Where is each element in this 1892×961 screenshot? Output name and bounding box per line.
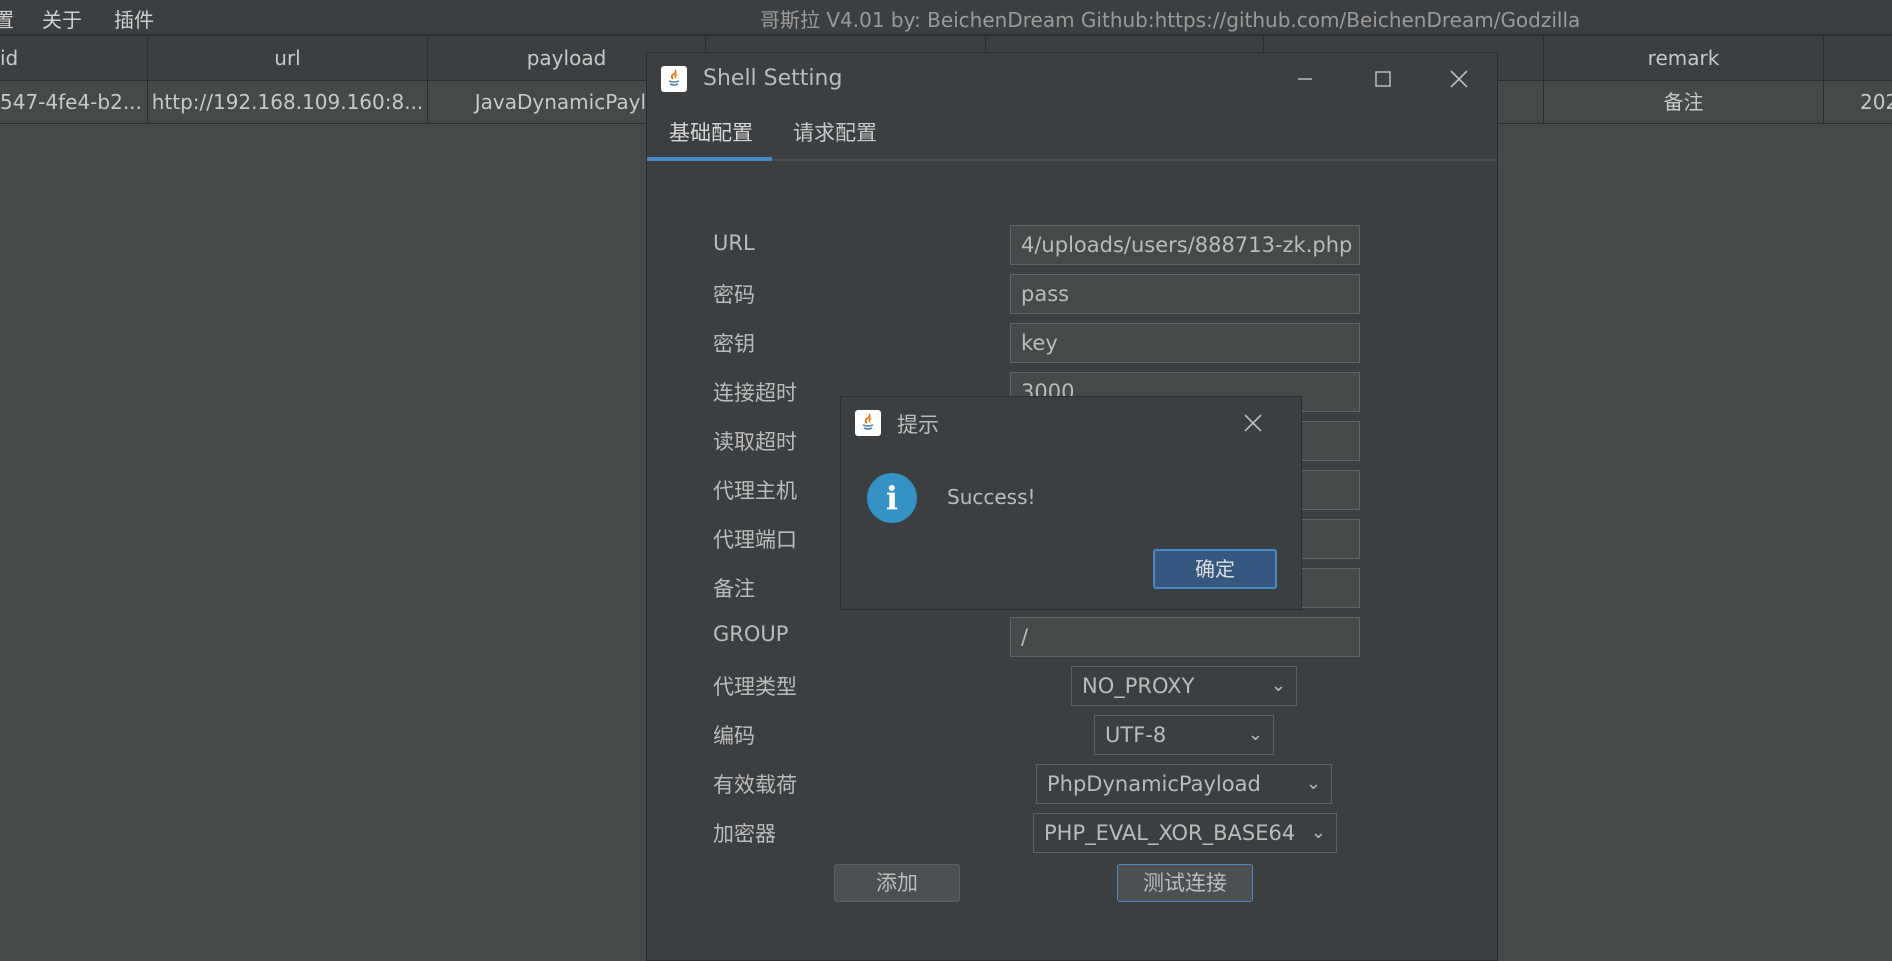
app-title: 哥斯拉 V4.01 by: BeichenDream Github:https:… xyxy=(760,8,1581,32)
ok-button[interactable]: 确定 xyxy=(1153,549,1277,589)
column-header-url[interactable]: url xyxy=(148,36,428,80)
label-proxy-host: 代理主机 xyxy=(713,479,797,503)
label-password: 密码 xyxy=(713,283,755,307)
cell-id: 547-4fe4-b2... xyxy=(0,81,148,123)
column-header-date[interactable] xyxy=(1824,36,1892,80)
java-icon xyxy=(855,410,881,436)
password-input[interactable]: pass xyxy=(1010,274,1360,314)
maximize-icon xyxy=(1375,71,1391,87)
label-crypto: 加密器 xyxy=(713,822,776,846)
test-connection-button[interactable]: 测试连接 xyxy=(1117,864,1253,902)
column-header-remark[interactable]: remark xyxy=(1544,36,1824,80)
menu-bar: 置 关于 插件 哥斯拉 V4.01 by: BeichenDream Githu… xyxy=(0,0,1892,36)
label-proxy-type: 代理类型 xyxy=(713,675,797,699)
chevron-down-icon: ⌄ xyxy=(1270,675,1286,696)
maximize-button[interactable] xyxy=(1345,53,1421,105)
payload-value: PhpDynamicPayload xyxy=(1047,772,1261,796)
column-header-id[interactable]: id xyxy=(0,36,148,80)
label-key: 密钥 xyxy=(713,332,755,356)
label-group: GROUP xyxy=(713,622,789,646)
label-remark: 备注 xyxy=(713,577,755,601)
tab-active-indicator xyxy=(647,157,772,161)
group-input[interactable]: / xyxy=(1010,617,1360,657)
encoding-value: UTF-8 xyxy=(1105,723,1167,747)
alert-message: Success! xyxy=(947,485,1036,509)
crypto-select[interactable]: PHP_EVAL_XOR_BASE64 ⌄ xyxy=(1033,813,1337,853)
close-button[interactable] xyxy=(1421,53,1497,105)
label-connect-timeout: 连接超时 xyxy=(713,381,797,405)
cell-remark: 备注 xyxy=(1544,81,1824,123)
menu-about[interactable]: 关于 xyxy=(42,4,82,33)
proxy-type-select[interactable]: NO_PROXY ⌄ xyxy=(1071,666,1297,706)
url-input[interactable]: 4/uploads/users/888713-zk.php xyxy=(1010,225,1360,265)
label-url: URL xyxy=(713,231,755,255)
alert-close-button[interactable] xyxy=(1241,411,1271,441)
label-encoding: 编码 xyxy=(713,724,755,748)
minimize-button[interactable] xyxy=(1267,53,1343,105)
chevron-down-icon: ⌄ xyxy=(1310,822,1326,843)
info-icon: i xyxy=(867,473,917,523)
label-payload: 有效载荷 xyxy=(713,773,797,797)
menu-plugins[interactable]: 插件 xyxy=(114,4,154,33)
payload-select[interactable]: PhpDynamicPayload ⌄ xyxy=(1036,764,1332,804)
add-button[interactable]: 添加 xyxy=(834,864,960,902)
encoding-select[interactable]: UTF-8 ⌄ xyxy=(1094,715,1274,755)
cell-date: 202 xyxy=(1860,90,1892,114)
alert-dialog: 提示 i Success! 确定 xyxy=(840,396,1302,610)
crypto-value: PHP_EVAL_XOR_BASE64 xyxy=(1044,821,1296,845)
menu-settings[interactable]: 置 xyxy=(0,4,14,33)
tab-basic-config[interactable]: 基础配置 xyxy=(669,105,753,161)
java-icon xyxy=(661,66,687,92)
chevron-down-icon: ⌄ xyxy=(1305,773,1321,794)
close-icon xyxy=(1450,70,1468,88)
chevron-down-icon: ⌄ xyxy=(1247,724,1263,745)
key-input[interactable]: key xyxy=(1010,323,1360,363)
minimize-icon xyxy=(1298,78,1312,80)
tab-divider xyxy=(647,159,1497,161)
dialog-title: Shell Setting xyxy=(703,66,843,91)
proxy-type-value: NO_PROXY xyxy=(1082,674,1195,698)
close-icon xyxy=(1244,414,1262,432)
tab-request-config[interactable]: 请求配置 xyxy=(793,105,877,161)
cell-url: http://192.168.109.160:8... xyxy=(148,81,428,123)
label-proxy-port: 代理端口 xyxy=(713,528,797,552)
label-read-timeout: 读取超时 xyxy=(713,430,797,454)
dialog-titlebar[interactable]: Shell Setting xyxy=(647,53,1497,105)
alert-title: 提示 xyxy=(897,413,939,437)
